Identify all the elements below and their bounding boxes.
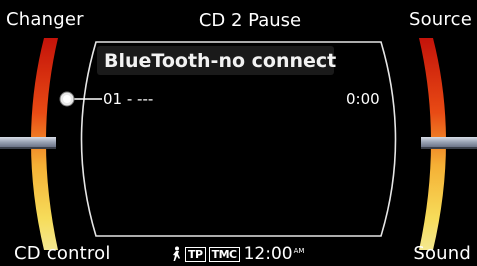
traffic-person-icon <box>173 246 180 261</box>
sound-softkey[interactable]: Sound <box>413 244 471 264</box>
track-label[interactable]: 01 - --- <box>103 90 153 108</box>
display-bezel <box>0 38 477 250</box>
playback-status-title: CD 2 Pause <box>198 10 302 31</box>
right-silver-bar <box>421 137 477 147</box>
track-time: 0:00 <box>346 90 380 108</box>
status-bar: TP TMC 12:00 AM <box>170 244 304 264</box>
tmc-indicator: TMC <box>208 246 240 262</box>
changer-softkey[interactable]: Changer <box>6 10 84 30</box>
radio-display: Changer Source CD control Sound CD 2 Pau… <box>0 0 477 266</box>
clock-ampm: AM <box>293 247 305 255</box>
source-softkey[interactable]: Source <box>409 10 472 30</box>
tp-indicator: TP <box>185 246 206 262</box>
clock-time: 12:00 <box>243 244 293 264</box>
source-label[interactable]: BlueTooth-no connect <box>104 50 336 72</box>
left-silver-bar <box>0 137 56 147</box>
cd-control-softkey[interactable]: CD control <box>14 244 111 264</box>
